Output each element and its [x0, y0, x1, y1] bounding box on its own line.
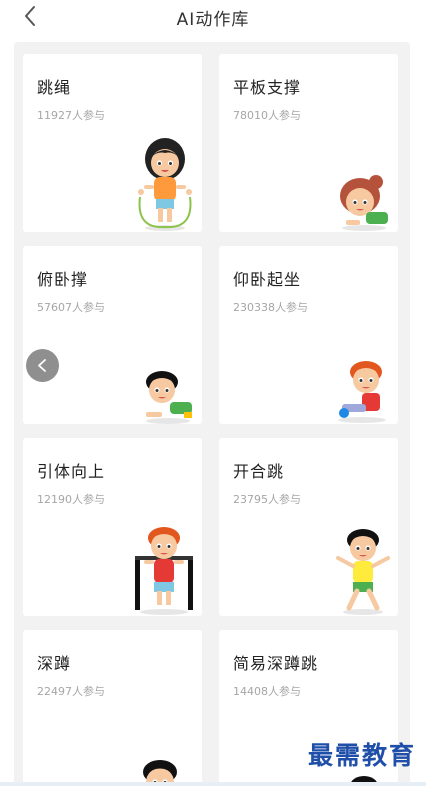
exercise-grid: 跳绳 11927人参与 平板支撑 78010人参与 俯卧撑 57607人参与 仰… [14, 42, 410, 786]
participant-count: 78010人参与 [233, 109, 301, 122]
page: AI动作库 跳绳 11927人参与 平板支撑 78010人参与 俯卧撑 5760… [0, 0, 426, 786]
pullup-boy-illustration [135, 527, 193, 615]
exercise-card-jumping-jack[interactable]: 开合跳 23795人参与 [219, 438, 398, 616]
participant-count: 12190人参与 [37, 493, 105, 506]
exercise-name: 简易深蹲跳 [233, 654, 319, 673]
exercise-card-plank[interactable]: 平板支撑 78010人参与 [219, 54, 398, 232]
plank-girl-illustration [340, 175, 388, 231]
jump-rope-girl-illustration [138, 138, 192, 231]
bottom-divider [0, 782, 426, 786]
exercise-name: 开合跳 [233, 462, 285, 481]
participant-count: 11927人参与 [37, 109, 105, 122]
exercise-name: 引体向上 [37, 462, 106, 481]
page-title: AI动作库 [176, 10, 250, 30]
exercise-card-squat[interactable]: 深蹲 22497人参与 [23, 630, 202, 786]
participant-count: 57607人参与 [37, 301, 105, 314]
exercise-card-jump-rope[interactable]: 跳绳 11927人参与 [23, 54, 202, 232]
watermark-logo: 最需教育 [307, 741, 416, 770]
participant-count: 22497人参与 [37, 685, 105, 698]
chevron-left-icon [38, 359, 46, 372]
exercise-name: 跳绳 [37, 78, 72, 97]
exercise-card-pushup[interactable]: 俯卧撑 57607人参与 [23, 246, 202, 424]
exercise-name: 平板支撑 [233, 78, 302, 97]
exercise-name: 俯卧撑 [37, 270, 89, 289]
participant-count: 14408人参与 [233, 685, 301, 698]
pushup-boy-illustration [146, 371, 192, 424]
participant-count: 23795人参与 [233, 493, 301, 506]
floating-back-button[interactable] [26, 349, 59, 382]
exercise-card-situp[interactable]: 仰卧起坐 230338人参与 [219, 246, 398, 424]
exercise-name: 仰卧起坐 [233, 270, 302, 289]
participant-count: 230338人参与 [233, 301, 308, 314]
jumping-jack-boy-illustration [336, 529, 390, 615]
exercise-card-pullup[interactable]: 引体向上 12190人参与 [23, 438, 202, 616]
exercise-name: 深蹲 [37, 654, 72, 673]
situp-boy-illustration [338, 361, 386, 423]
top-bar: AI动作库 [0, 0, 426, 34]
